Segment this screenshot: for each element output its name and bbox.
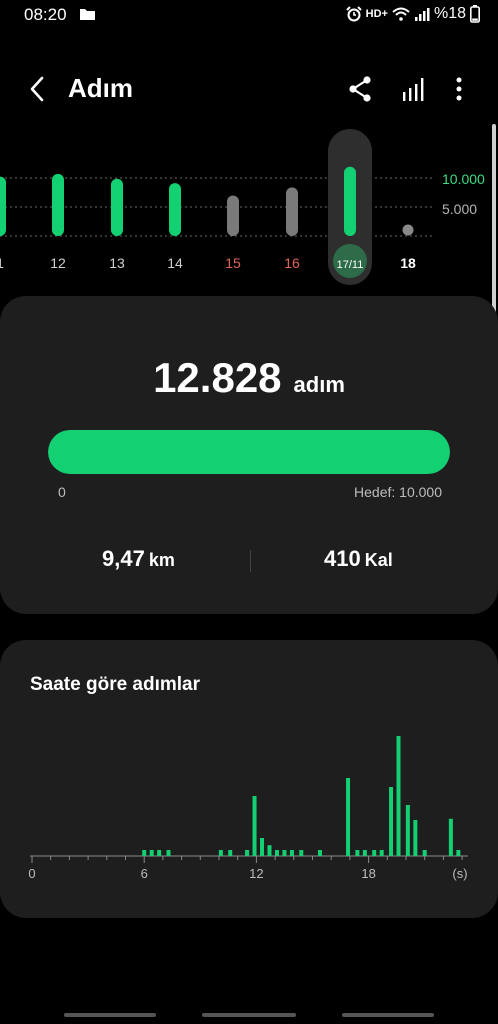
stats-row: 9,47 km 410 Kal (0, 546, 498, 582)
hour-bar[interactable] (274, 850, 279, 856)
hourly-tick-label: 6 (141, 866, 148, 881)
day-label: 14 (167, 255, 183, 271)
daily-chart-svg: 1 12 13 14 15 16 17/11 18 (0, 129, 432, 285)
nav-hint-right (342, 1013, 434, 1017)
day-label: 17/11 (337, 259, 364, 271)
hour-bar[interactable] (267, 845, 272, 856)
network-type-label: HD+ (365, 8, 388, 20)
signal-icon (414, 8, 430, 21)
hour-bar[interactable] (317, 850, 322, 856)
hour-bar[interactable] (260, 838, 265, 856)
progress-min-label: 0 (58, 484, 66, 500)
hour-bar[interactable] (157, 850, 162, 856)
day-bar[interactable] (344, 166, 356, 236)
goal-progress-bar (48, 430, 450, 474)
distance-value: 9,47 (102, 546, 145, 571)
steps-value: 12.828 (153, 354, 282, 401)
more-vert-icon[interactable] (446, 74, 472, 104)
hour-bar[interactable] (166, 850, 171, 856)
battery-level: %18 (433, 5, 466, 22)
status-icons: HD+ %18 (345, 5, 480, 23)
hourly-tick-label: 12 (249, 866, 263, 881)
day-bar[interactable] (227, 195, 239, 237)
day-bar[interactable] (286, 187, 298, 236)
folder-icon (80, 9, 95, 20)
alarm-icon (345, 6, 362, 22)
page-title: Adım (68, 73, 133, 103)
back-arrow-icon[interactable] (24, 74, 52, 104)
day-label: 15 (225, 255, 241, 271)
hour-bar[interactable] (346, 778, 351, 856)
hour-bar[interactable] (142, 850, 147, 856)
today-dot (402, 224, 414, 236)
summary-card: 12.828 adım 0 Hedef: 10.000 9,47 km 410 Kal (0, 296, 498, 614)
hour-bar[interactable] (355, 850, 360, 856)
hour-bar[interactable] (228, 850, 233, 856)
hour-bar[interactable] (389, 787, 394, 856)
hour-bar[interactable] (289, 850, 294, 856)
hour-bar[interactable] (396, 736, 401, 856)
calories-stat: 410 Kal (324, 546, 393, 572)
goal-10000-label: 10.000 (442, 171, 485, 187)
share-icon[interactable] (345, 74, 375, 104)
hour-bar[interactable] (422, 850, 427, 856)
hour-bar[interactable] (456, 850, 461, 856)
status-time: 08:20 (24, 5, 67, 24)
hour-bar[interactable] (218, 850, 223, 856)
hour-bar[interactable] (448, 818, 453, 856)
hour-bar[interactable] (372, 850, 377, 856)
day-label: 18 (400, 255, 416, 271)
distance-stat: 9,47 km (102, 546, 175, 572)
hourly-tick-label: 0 (28, 866, 35, 881)
calories-unit: Kal (364, 550, 393, 570)
steps-unit: adım (293, 372, 345, 397)
wifi-icon (392, 7, 410, 21)
hour-bar[interactable] (245, 850, 250, 856)
day-label: 12 (50, 255, 66, 271)
hour-bar[interactable] (149, 850, 154, 856)
scrollbar[interactable] (492, 124, 496, 320)
day-bar[interactable] (52, 173, 64, 236)
day-label: 16 (284, 255, 300, 271)
day-bar[interactable] (169, 183, 181, 236)
day-bar[interactable] (111, 178, 123, 236)
goal-progress-fill (48, 430, 450, 474)
hour-bar[interactable] (379, 850, 384, 856)
trend-bars-icon[interactable] (399, 74, 429, 104)
progress-goal-label: Hedef: 10.000 (354, 484, 442, 500)
day-bar[interactable] (0, 176, 6, 236)
nav-hint-left (64, 1013, 156, 1017)
distance-unit: km (148, 550, 175, 570)
app-bar: Adım (0, 62, 498, 116)
day-label: 13 (109, 255, 125, 271)
nav-hint-center[interactable] (202, 1013, 296, 1017)
hour-bar[interactable] (362, 850, 367, 856)
hour-bar[interactable] (252, 796, 257, 856)
battery-icon (470, 5, 480, 23)
hourly-unit-label: (s) (452, 866, 467, 881)
hour-bar[interactable] (413, 820, 418, 856)
hourly-tick-label: 18 (361, 866, 375, 881)
hourly-chart-svg: 0 6 12 18 (s) (28, 736, 468, 881)
hour-bar[interactable] (299, 850, 304, 856)
status-bar: 08:20 HD+ %18 (0, 0, 498, 30)
daily-steps-chart[interactable]: 1 12 13 14 15 16 17/11 18 10.000 5.000 (0, 125, 498, 290)
hour-bar[interactable] (282, 850, 287, 856)
stats-divider (250, 550, 251, 572)
steps-total: 12.828 adım (0, 354, 498, 402)
day-label: 1 (0, 255, 4, 271)
calories-value: 410 (324, 546, 361, 571)
hour-bar[interactable] (405, 805, 410, 856)
goal-5000-label: 5.000 (442, 201, 478, 217)
hourly-steps-card[interactable]: Saate göre adımlar 0 6 12 18 (s) (0, 640, 498, 918)
